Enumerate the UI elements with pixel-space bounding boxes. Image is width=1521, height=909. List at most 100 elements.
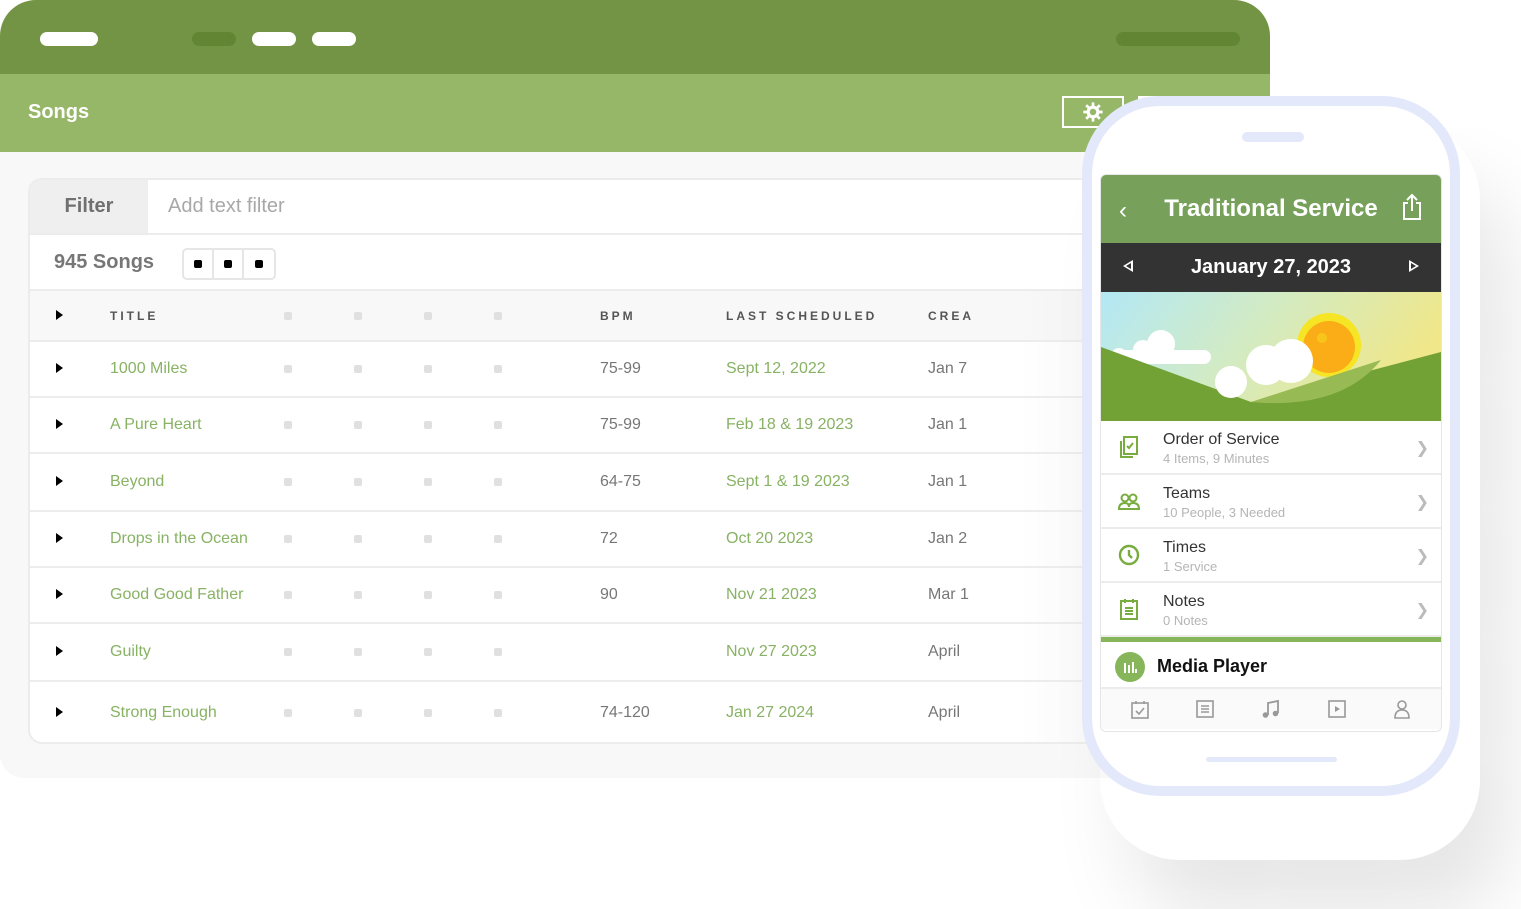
column-header-last-scheduled[interactable]: LAST SCHEDULED (726, 291, 928, 342)
share-icon[interactable] (1401, 193, 1423, 221)
song-title-link[interactable]: A Pure Heart (110, 397, 278, 454)
last-scheduled-link[interactable]: Jan 27 2024 (726, 681, 928, 742)
placeholder-icon (424, 421, 432, 429)
tab-bar (1101, 689, 1441, 729)
nav-placeholder-logo[interactable] (40, 32, 98, 46)
placeholder-icon (494, 311, 502, 320)
tab-profile[interactable] (1390, 697, 1414, 721)
song-title-link[interactable]: Good Good Father (110, 567, 278, 624)
order-of-service-icon (1120, 436, 1138, 458)
menu-item-times[interactable]: Times 1 Service ❯ (1101, 529, 1441, 583)
media-player-bar[interactable]: Media Player (1101, 637, 1441, 689)
placeholder-cell (278, 681, 348, 742)
caret-right-icon (56, 646, 63, 656)
caret-right-icon (56, 309, 63, 320)
placeholder-cell (418, 341, 488, 398)
desktop-window: Songs Filter 945 Songs (0, 0, 1270, 778)
placeholder-cell (278, 453, 348, 512)
plans-icon (1130, 701, 1149, 719)
last-scheduled-link[interactable]: Sept 12, 2022 (726, 341, 928, 398)
placeholder-icon (494, 648, 502, 656)
phone-screen: ‹ Traditional Service January 27, 2023 O… (1100, 174, 1442, 732)
expand-row-toggle[interactable] (30, 397, 110, 454)
title-bar (0, 0, 1270, 74)
home-indicator[interactable] (1206, 757, 1337, 762)
caret-right-icon (56, 706, 63, 717)
last-scheduled-link[interactable]: Oct 20 2023 (726, 511, 928, 568)
tab-media[interactable] (1325, 697, 1349, 721)
media-player-label: Media Player (1157, 656, 1268, 676)
last-scheduled-link[interactable]: Nov 21 2023 (726, 567, 928, 624)
expand-all-toggle[interactable] (30, 291, 110, 342)
filter-input[interactable] (148, 180, 1108, 233)
expand-row-toggle[interactable] (30, 511, 110, 568)
placeholder-icon (424, 591, 432, 599)
last-scheduled-link[interactable]: Nov 27 2023 (726, 623, 928, 682)
tab-plans[interactable] (1128, 697, 1152, 721)
expand-row-toggle[interactable] (30, 681, 110, 742)
view-toggle-button[interactable] (244, 250, 274, 278)
table-row[interactable]: Beyond 64-75 Sept 1 & 19 2023 Jan 1 (30, 453, 1146, 512)
last-scheduled-link[interactable]: Sept 1 & 19 2023 (726, 453, 928, 512)
media-icon (1327, 700, 1346, 718)
bpm-cell (558, 623, 726, 682)
song-title-link[interactable]: 1000 Miles (110, 341, 278, 398)
gear-icon (1083, 102, 1103, 122)
placeholder-icon (494, 535, 502, 543)
song-count: 945 Songs (54, 251, 155, 273)
table-row[interactable]: Drops in the Ocean 72 Oct 20 2023 Jan 2 (30, 511, 1146, 568)
menu-item-teams[interactable]: Teams 10 People, 3 Needed ❯ (1101, 475, 1441, 529)
menu-item-notes[interactable]: Notes 0 Notes ❯ (1101, 583, 1441, 637)
placeholder-cell (418, 567, 488, 624)
placeholder-cell (488, 397, 558, 454)
teams-icon (1117, 493, 1141, 510)
caret-right-icon (56, 363, 63, 373)
song-title-link[interactable]: Beyond (110, 453, 278, 512)
column-header-placeholder[interactable] (488, 291, 558, 342)
caret-right-icon (56, 476, 63, 486)
placeholder-icon (424, 648, 432, 656)
nav-placeholder-item[interactable] (312, 32, 356, 46)
expand-row-toggle[interactable] (30, 341, 110, 398)
column-header-placeholder[interactable] (348, 291, 418, 342)
view-toggle-button[interactable] (214, 250, 244, 278)
square-icon (224, 260, 232, 268)
next-date-icon[interactable] (1409, 260, 1419, 272)
column-header-title[interactable]: TITLE (110, 291, 278, 342)
menu-item-order-of-service[interactable]: Order of Service 4 Items, 9 Minutes ❯ (1101, 421, 1441, 475)
table-row[interactable]: 1000 Miles 75-99 Sept 12, 2022 Jan 7 (30, 341, 1146, 398)
menu-item-subtitle: 1 Service (1163, 559, 1218, 574)
expand-row-toggle[interactable] (30, 453, 110, 512)
placeholder-cell (418, 453, 488, 512)
tab-music[interactable] (1259, 697, 1283, 721)
table-row[interactable]: Strong Enough 74-120 Jan 27 2024 April (30, 681, 1146, 742)
menu-item-label: Times (1163, 539, 1206, 556)
placeholder-icon (494, 365, 502, 373)
column-header-placeholder[interactable] (418, 291, 488, 342)
table-header-row: TITLE BPM LAST SCHEDULED CREA (30, 291, 1146, 342)
song-title-link[interactable]: Guilty (110, 623, 278, 682)
view-toggle-button[interactable] (184, 250, 214, 278)
bpm-cell: 90 (558, 567, 726, 624)
profile-icon (1394, 700, 1410, 719)
bpm-cell: 64-75 (558, 453, 726, 512)
nav-placeholder-active[interactable] (192, 32, 236, 46)
expand-row-toggle[interactable] (30, 567, 110, 624)
media-player-icon (1115, 652, 1145, 682)
song-title-link[interactable]: Strong Enough (110, 681, 278, 742)
table-row[interactable]: Guilty Nov 27 2023 April (30, 623, 1146, 682)
column-header-placeholder[interactable] (278, 291, 348, 342)
nav-placeholder-item[interactable] (252, 32, 296, 46)
table-row[interactable]: Good Good Father 90 Nov 21 2023 Mar 1 (30, 567, 1146, 624)
placeholder-icon (284, 311, 292, 320)
songs-card: Filter 945 Songs TITLE BPM (28, 178, 1148, 744)
last-scheduled-link[interactable]: Feb 18 & 19 2023 (726, 397, 928, 454)
placeholder-cell (278, 623, 348, 682)
song-title-link[interactable]: Drops in the Ocean (110, 511, 278, 568)
column-header-bpm[interactable]: BPM (558, 291, 726, 342)
menu-item-label: Notes (1163, 593, 1205, 610)
table-row[interactable]: A Pure Heart 75-99 Feb 18 & 19 2023 Jan 1 (30, 397, 1146, 454)
search-placeholder[interactable] (1116, 32, 1240, 46)
tab-list[interactable] (1193, 697, 1217, 721)
expand-row-toggle[interactable] (30, 623, 110, 682)
